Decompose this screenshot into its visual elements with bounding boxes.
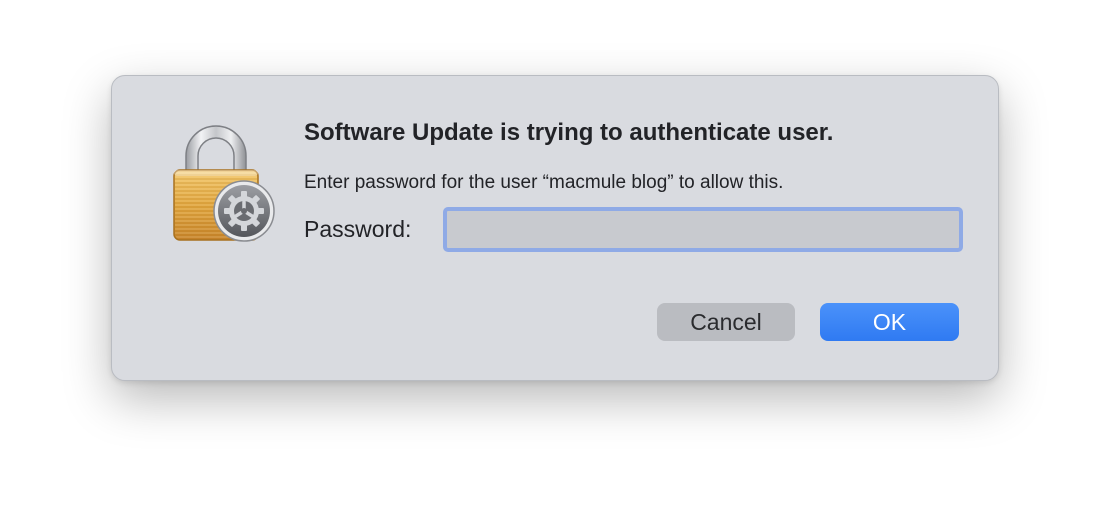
- ok-button[interactable]: OK: [820, 303, 959, 341]
- dialog-message: Enter password for the user “macmule blo…: [304, 172, 784, 193]
- dialog-title: Software Update is trying to authenticat…: [304, 119, 834, 146]
- lock-with-gear-icon: [168, 120, 276, 246]
- cancel-button[interactable]: Cancel: [657, 303, 795, 341]
- authentication-dialog: Software Update is trying to authenticat…: [111, 75, 999, 381]
- password-input[interactable]: [443, 207, 963, 252]
- password-label: Password:: [304, 216, 412, 242]
